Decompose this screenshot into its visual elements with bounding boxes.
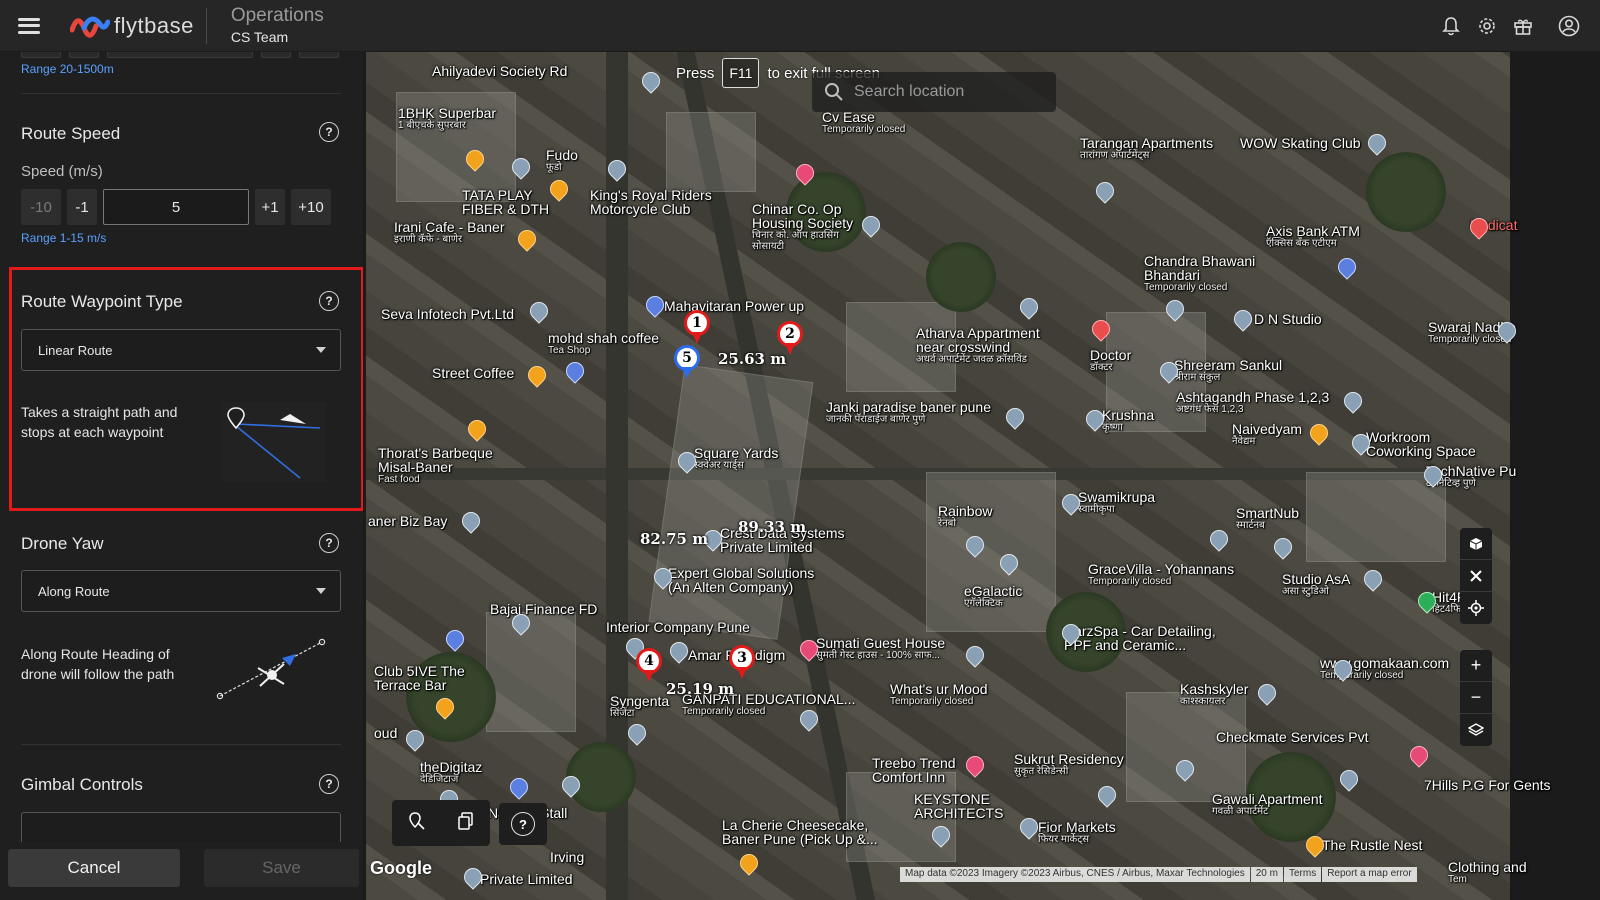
terms-link[interactable]: Terms	[1283, 867, 1322, 882]
location-search[interactable]	[812, 72, 1056, 112]
add-waypoint-icon[interactable]	[408, 811, 426, 836]
map-view-controls	[1460, 528, 1492, 624]
segment-distance-label: 25.19 m	[666, 680, 735, 698]
waypoint-tail	[682, 367, 692, 379]
waypoint-marker-3[interactable]: 3	[729, 645, 755, 679]
3d-box-icon[interactable]	[1460, 528, 1492, 560]
map-zoom-controls: + −	[1460, 650, 1492, 746]
google-logo: Google	[370, 858, 432, 878]
fullscreen-hint-press: Press	[676, 64, 715, 82]
route-path	[0, 0, 1600, 900]
waypoint-tail	[737, 667, 747, 679]
locate-icon[interactable]	[1460, 592, 1492, 624]
map-data-credit: Map data ©2023 Imagery ©2023 Airbus, CNE…	[900, 867, 1250, 882]
report-error-link[interactable]: Report a map error	[1322, 867, 1417, 882]
waypoint-marker-1[interactable]: 1	[684, 310, 710, 344]
segment-distance-label: 25.63 m	[718, 350, 787, 368]
waypoint-tail	[644, 670, 654, 682]
zoom-in-icon[interactable]: +	[1460, 650, 1492, 682]
waypoint-tail	[785, 343, 795, 355]
help-icon: ?	[511, 812, 535, 836]
copy-icon[interactable]	[458, 811, 474, 835]
waypoint-marker-4[interactable]: 4	[636, 648, 662, 682]
f11-key: F11	[722, 58, 760, 88]
search-icon	[825, 83, 843, 101]
map-help-button[interactable]: ?	[499, 803, 547, 845]
fit-route-icon[interactable]	[1460, 560, 1492, 592]
layers-icon[interactable]	[1460, 714, 1492, 746]
zoom-out-icon[interactable]: −	[1460, 682, 1492, 714]
waypoint-marker-5[interactable]: 5	[674, 345, 700, 379]
map-bottom-tools	[392, 800, 490, 846]
waypoint-tail	[692, 332, 702, 344]
map-attribution: Map data ©2023 Imagery ©2023 Airbus, CNE…	[900, 867, 1418, 882]
segment-distance-label: 89.33 m	[738, 518, 807, 536]
segment-distance-label: 82.75 m	[640, 530, 709, 548]
map-scale[interactable]: 20 m	[1250, 867, 1283, 882]
search-input[interactable]	[854, 83, 1044, 101]
